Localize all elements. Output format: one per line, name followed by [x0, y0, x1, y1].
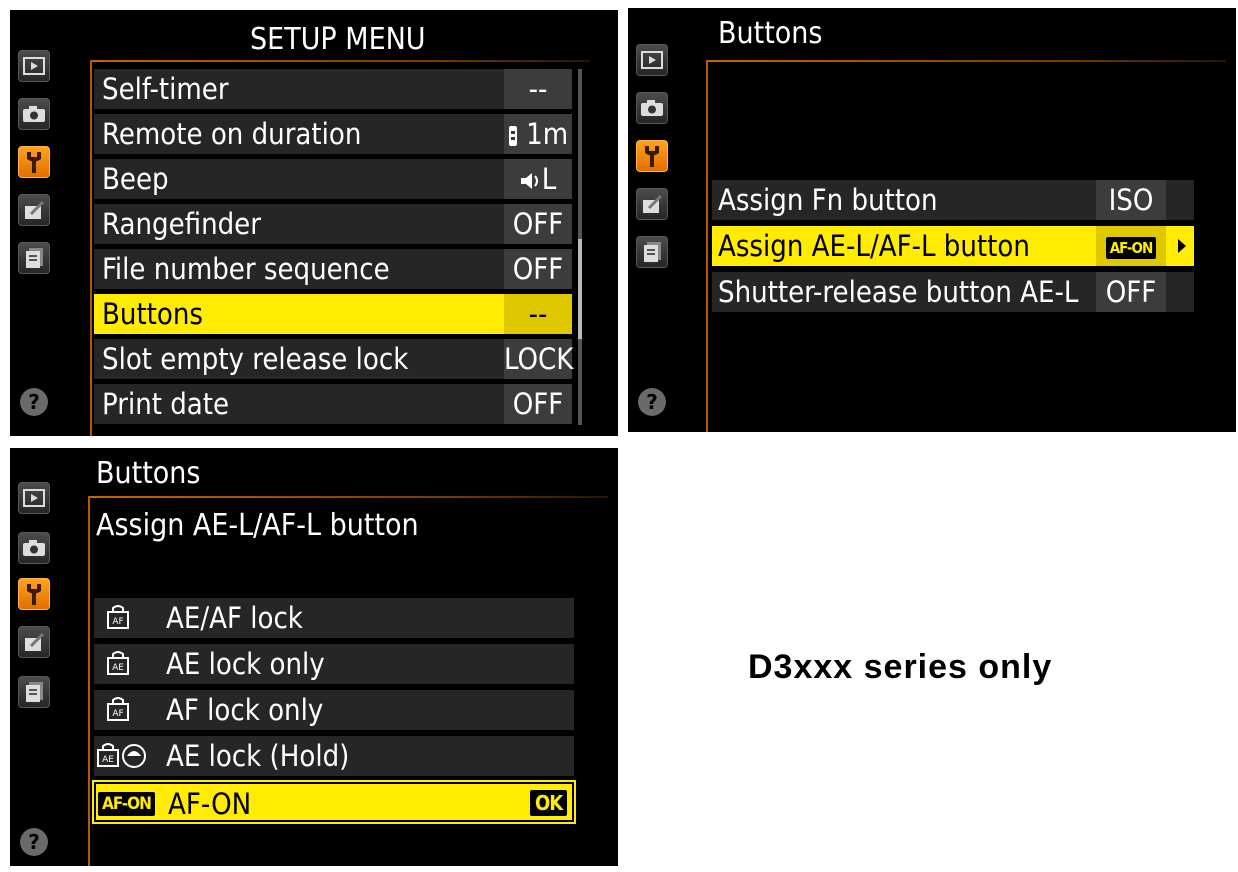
ae-af-lock-icon: AF	[107, 605, 129, 629]
ae-lock-icon: AE	[107, 651, 129, 675]
speaker-icon	[520, 173, 538, 189]
menu-item-self-timer[interactable]: Self-timer --	[94, 69, 572, 109]
option-ae-lock-hold[interactable]: AE AE lock (Hold)	[94, 736, 574, 776]
arrow-right-icon	[1178, 239, 1186, 253]
setup-menu-title: SETUP MENU	[250, 22, 426, 57]
camera-tab-icon[interactable]	[18, 532, 50, 564]
playback-tab-icon[interactable]	[636, 44, 668, 76]
option-af-on[interactable]: AF-ON AF-ON OK	[92, 780, 576, 824]
af-on-badge: AF-ON	[1105, 237, 1157, 259]
buttons-title: Buttons	[718, 16, 823, 51]
playback-tab-icon[interactable]	[18, 50, 50, 82]
svg-text:AF: AF	[112, 709, 123, 719]
menu-item-buttons[interactable]: Buttons --	[94, 294, 572, 334]
af-on-icon: AF-ON	[98, 792, 155, 816]
menu-tabs: ?	[628, 8, 676, 432]
menu-top-border	[90, 60, 590, 62]
svg-text:AE: AE	[102, 755, 114, 765]
svg-text:AE: AE	[112, 663, 124, 673]
setup-wrench-tab-icon[interactable]	[18, 578, 50, 610]
retouch-tab-icon[interactable]	[18, 626, 50, 658]
camera-tab-icon[interactable]	[636, 92, 668, 124]
assign-ae-l-af-l-subtitle: Assign AE-L/AF-L button	[96, 508, 419, 543]
series-note: D3xxx series only	[748, 648, 1053, 686]
setup-menu-screen: ? SETUP MENU Self-timer -- Remote on dur…	[10, 10, 618, 436]
menu-item-slot-empty-release-lock[interactable]: Slot empty release lock LOCK	[94, 339, 573, 379]
remote-icon	[508, 126, 517, 146]
menu-item-assign-fn-button[interactable]: Assign Fn button ISO	[712, 180, 1194, 220]
recent-settings-tab-icon[interactable]	[18, 242, 50, 274]
menu-item-rangefinder[interactable]: Rangefinder OFF	[94, 204, 572, 244]
menu-tabs: ?	[10, 448, 58, 866]
menu-item-print-date[interactable]: Print date OFF	[94, 384, 572, 424]
playback-tab-icon[interactable]	[18, 482, 50, 514]
af-lock-icon: AF	[107, 697, 129, 721]
retouch-tab-icon[interactable]	[636, 188, 668, 220]
option-ae-af-lock[interactable]: AF AE/AF lock	[94, 598, 574, 638]
setup-wrench-tab-icon[interactable]	[18, 146, 50, 178]
recent-settings-tab-icon[interactable]	[636, 236, 668, 268]
menu-item-remote-on-duration[interactable]: Remote on duration 1m	[94, 114, 572, 154]
menu-left-border	[706, 60, 708, 432]
help-icon[interactable]: ?	[20, 388, 48, 416]
menu-scrollbar[interactable]	[578, 69, 582, 425]
menu-left-border	[88, 496, 90, 866]
menu-top-border	[88, 496, 608, 498]
option-ae-lock-only[interactable]: AE AE lock only	[94, 644, 574, 684]
setup-wrench-tab-icon[interactable]	[636, 140, 668, 172]
recent-settings-tab-icon[interactable]	[18, 676, 50, 708]
menu-item-beep[interactable]: Beep L	[94, 159, 572, 199]
menu-top-border	[706, 60, 1226, 62]
option-af-lock-only[interactable]: AF AF lock only	[94, 690, 574, 730]
menu-item-assign-ae-l-af-l-button[interactable]: Assign AE-L/AF-L button AF-ON	[712, 226, 1194, 266]
svg-text:AF: AF	[112, 617, 123, 627]
menu-item-file-number-sequence[interactable]: File number sequence OFF	[94, 249, 572, 289]
help-icon[interactable]: ?	[20, 828, 48, 856]
camera-tab-icon[interactable]	[18, 98, 50, 130]
buttons-screen: ? Buttons Assign Fn button ISO Assign AE…	[628, 8, 1236, 432]
menu-tabs: ?	[10, 10, 58, 436]
buttons-title: Buttons	[96, 456, 201, 491]
ok-confirm-badge[interactable]: OK	[530, 790, 568, 816]
assign-ae-l-af-l-screen: ? Buttons Assign AE-L/AF-L button AF AE/…	[10, 448, 618, 866]
help-icon[interactable]: ?	[638, 388, 666, 416]
retouch-tab-icon[interactable]	[18, 194, 50, 226]
menu-item-shutter-release-button-ae-l[interactable]: Shutter-release button AE-L OFF	[712, 272, 1194, 312]
ae-lock-hold-icon: AE	[97, 743, 146, 768]
menu-scroll-thumb[interactable]	[578, 239, 582, 339]
menu-left-border	[90, 60, 92, 436]
